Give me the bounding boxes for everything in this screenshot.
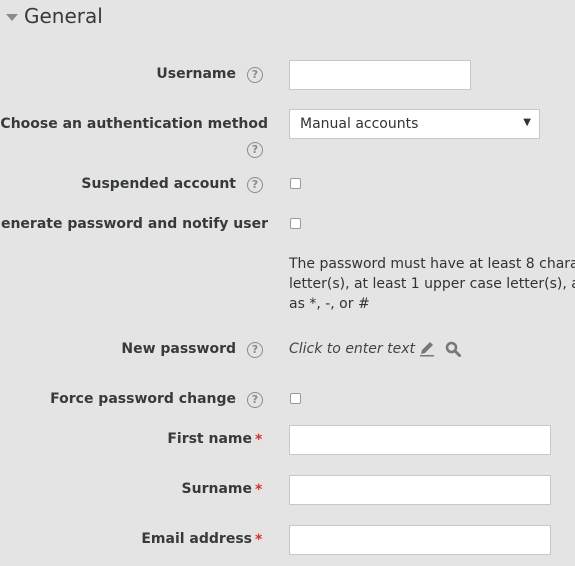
username-input[interactable] xyxy=(289,60,471,90)
surname-label: Surname xyxy=(181,481,252,497)
collapse-caret-icon[interactable] xyxy=(6,13,18,21)
password-policy-line: The password must have at least 8 charac xyxy=(289,256,575,272)
search-icon[interactable] xyxy=(445,341,461,357)
first-name-label: First name xyxy=(167,431,252,447)
new-password-label: New password xyxy=(121,341,236,357)
force-password-change-checkbox[interactable] xyxy=(290,393,301,404)
required-icon: * xyxy=(255,432,263,448)
required-icon: * xyxy=(255,482,263,498)
auth-method-selected: Manual accounts xyxy=(300,116,419,132)
help-icon[interactable]: ? xyxy=(247,342,263,358)
section-title: General xyxy=(24,4,103,28)
auth-method-select[interactable]: Manual accounts ▼ xyxy=(289,109,540,139)
new-password-field[interactable]: Click to enter text xyxy=(289,340,461,358)
password-policy-line: letter(s), at least 1 upper case letter(… xyxy=(289,276,575,292)
help-icon[interactable]: ? xyxy=(247,392,263,408)
dropdown-arrow-icon: ▼ xyxy=(523,117,531,128)
surname-input[interactable] xyxy=(289,475,551,505)
suspended-account-checkbox[interactable] xyxy=(290,178,301,189)
help-icon[interactable]: ? xyxy=(247,177,263,193)
auth-method-label: Choose an authentication method xyxy=(0,116,268,132)
password-policy-note: The password must have at least 8 charac… xyxy=(289,254,575,314)
password-policy-line: as *, -, or # xyxy=(289,296,370,312)
first-name-input[interactable] xyxy=(289,425,551,455)
email-input[interactable] xyxy=(289,525,551,555)
suspended-account-label: Suspended account xyxy=(81,176,236,192)
new-password-placeholder[interactable]: Click to enter text xyxy=(289,341,415,357)
username-label: Username xyxy=(156,66,236,82)
help-icon[interactable]: ? xyxy=(247,142,263,158)
email-label: Email address xyxy=(141,531,252,547)
required-icon: * xyxy=(255,532,263,548)
help-icon[interactable]: ? xyxy=(247,67,263,83)
generate-password-label: Generate password and notify user xyxy=(0,216,268,232)
pencil-icon[interactable] xyxy=(418,340,436,358)
force-password-change-label: Force password change xyxy=(50,391,236,407)
section-header-general[interactable]: General xyxy=(6,4,103,28)
generate-password-checkbox[interactable] xyxy=(290,218,301,229)
